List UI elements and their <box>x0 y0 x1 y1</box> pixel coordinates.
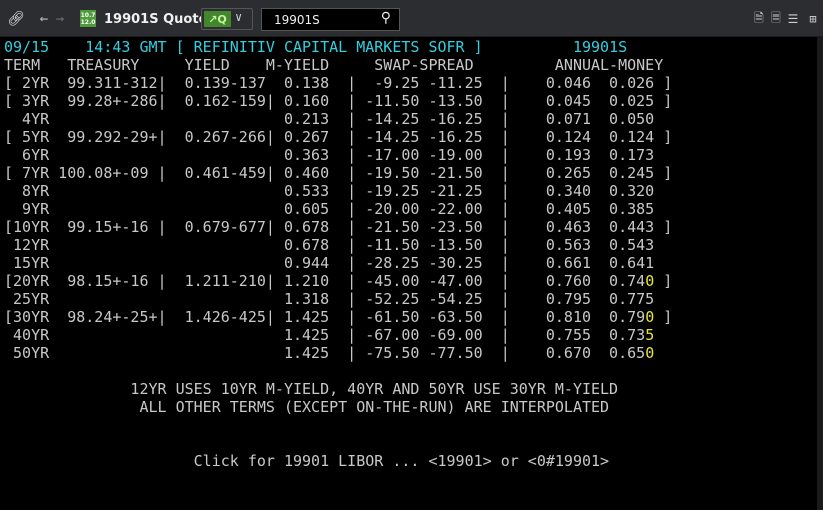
chevron-down-icon: ∨ <box>235 10 243 24</box>
ric-search-box[interactable]: ⚲ <box>261 8 400 31</box>
table-row: [ 2YR 99.311-312| 0.139-137 0.138 | -9.2… <box>4 74 672 92</box>
header-time: 14:43 GMT <box>85 38 167 56</box>
table-row: 12YR 0.678 | -11.50 -13.50 | 0.563 0.543 <box>4 236 654 254</box>
row-text: [ 5YR 99.292-29+| 0.267-266| 0.267 | -14… <box>4 128 673 146</box>
ric-search-input[interactable] <box>262 11 376 28</box>
document-icon[interactable]: 🗏︎ <box>769 11 783 27</box>
page-header: 09/15 14:43 GMT [ REFINITIV CAPITAL MARK… <box>4 38 627 56</box>
note-line-1: 12YR USES 10YR M-YIELD, 40YR AND 50YR US… <box>4 380 619 398</box>
table-row: [ 5YR 99.292-29+| 0.267-266| 0.267 | -14… <box>4 128 672 146</box>
quote-app-icon: 10.7 12.0 <box>80 10 96 27</box>
row-text: 9YR 0.605 | -20.00 -22.00 | 0.405 0.385 <box>4 200 655 218</box>
table-row: 15YR 0.944 | -28.25 -30.25 | 0.661 0.641 <box>4 254 654 272</box>
table-row: 40YR 1.425 | -67.00 -69.00 | 0.755 0.735 <box>4 326 654 344</box>
forward-arrow-icon[interactable]: → <box>52 9 68 29</box>
export-icon[interactable]: 🗎︎ <box>752 11 766 27</box>
window-title: 19901S Quote <box>104 11 208 27</box>
quote-page: 09/15 14:43 GMT [ REFINITIV CAPITAL MARK… <box>0 37 823 510</box>
row-bracket: ] <box>654 308 673 326</box>
table-row: [ 7YR 100.08+-09 | 0.461-459| 0.460 | -1… <box>4 164 672 182</box>
row-text: [ 3YR 99.28+-286| 0.162-159| 0.160 | -11… <box>4 92 673 110</box>
table-row: 50YR 1.425 | -75.50 -77.50 | 0.670 0.650 <box>4 344 654 362</box>
search-icon[interactable]: ⚲ <box>381 10 391 26</box>
column-headers: TERM TREASURY YIELD M-YIELD SWAP-SPREAD … <box>4 56 664 74</box>
row-text: [10YR 99.15+-16 | 0.679-677| 0.678 | -21… <box>4 218 673 236</box>
row-text: [20YR 98.15+-16 | 1.211-210| 1.210 | -45… <box>4 272 646 290</box>
row-text: [30YR 98.24+-25+| 1.426-425| 1.425 | -61… <box>4 308 646 326</box>
row-text: 25YR 1.318 | -52.25 -54.25 | 0.795 0.775 <box>4 290 655 308</box>
table-row: 6YR 0.363 | -17.00 -19.00 | 0.193 0.173 <box>4 146 654 164</box>
app-picker-dropdown[interactable]: ↗Q ∨ <box>201 8 253 30</box>
row-text: 40YR 1.425 | -67.00 -69.00 | 0.755 0.73 <box>4 326 646 344</box>
row-text: 6YR 0.363 | -17.00 -19.00 | 0.193 0.173 <box>4 146 655 164</box>
row-bracket: ] <box>654 272 673 290</box>
row-text: [ 2YR 99.311-312| 0.139-137 0.138 | -9.2… <box>4 74 673 92</box>
row-text: 12YR 0.678 | -11.50 -13.50 | 0.563 0.543 <box>4 236 655 254</box>
row-text: [ 7YR 100.08+-09 | 0.461-459| 0.460 | -1… <box>4 164 673 182</box>
header-code: 19901S <box>572 38 628 56</box>
app-icon-top-text: 10.7 <box>80 11 96 19</box>
table-row: 8YR 0.533 | -19.25 -21.25 | 0.340 0.320 <box>4 182 654 200</box>
row-text: 4YR 0.213 | -14.25 -16.25 | 0.071 0.050 <box>4 110 655 128</box>
note-line-2: ALL OTHER TERMS (EXCEPT ON-THE-RUN) ARE … <box>4 398 610 416</box>
app-icon-bottom-text: 12.0 <box>80 18 96 26</box>
back-arrow-icon[interactable]: ← <box>36 9 52 29</box>
row-text: 50YR 1.425 | -75.50 -77.50 | 0.670 0.65 <box>4 344 646 362</box>
link-icon[interactable]: 🔗︎ <box>6 9 26 29</box>
row-text: 15YR 0.944 | -28.25 -30.25 | 0.661 0.641 <box>4 254 655 272</box>
table-row: 9YR 0.605 | -20.00 -22.00 | 0.405 0.385 <box>4 200 654 218</box>
row-text: 8YR 0.533 | -19.25 -21.25 | 0.340 0.320 <box>4 182 655 200</box>
updated-digit: 0 <box>645 308 655 326</box>
table-row: 25YR 1.318 | -52.25 -54.25 | 0.795 0.775 <box>4 290 654 308</box>
updated-digit: 0 <box>645 344 655 362</box>
libor-link[interactable]: Click for 19901 LIBOR ... <19901> or <0#… <box>4 452 609 470</box>
list-view-icon[interactable]: ☰ <box>786 11 800 27</box>
quote-app-chip: ↗Q <box>204 11 231 27</box>
table-row: [30YR 98.24+-25+| 1.426-425| 1.425 | -61… <box>4 308 672 326</box>
table-row: [20YR 98.15+-16 | 1.211-210| 1.210 | -45… <box>4 272 672 290</box>
scrollbar[interactable] <box>817 37 823 510</box>
layout-icon[interactable]: ⊞ <box>806 11 820 27</box>
table-row: [ 3YR 99.28+-286| 0.162-159| 0.160 | -11… <box>4 92 672 110</box>
table-row: [10YR 99.15+-16 | 0.679-677| 0.678 | -21… <box>4 218 672 236</box>
table-row: 4YR 0.213 | -14.25 -16.25 | 0.071 0.050 <box>4 110 654 128</box>
updated-digit: 5 <box>645 326 655 344</box>
updated-digit: 0 <box>645 272 655 290</box>
toolbar: 🔗︎ ← → 10.7 12.0 19901S Quote ↗Q ∨ ⚲ 🗎︎ … <box>0 0 823 37</box>
header-date: 09/15 <box>4 38 50 56</box>
header-banner: [ REFINITIV CAPITAL MARKETS SOFR ] <box>175 38 483 56</box>
